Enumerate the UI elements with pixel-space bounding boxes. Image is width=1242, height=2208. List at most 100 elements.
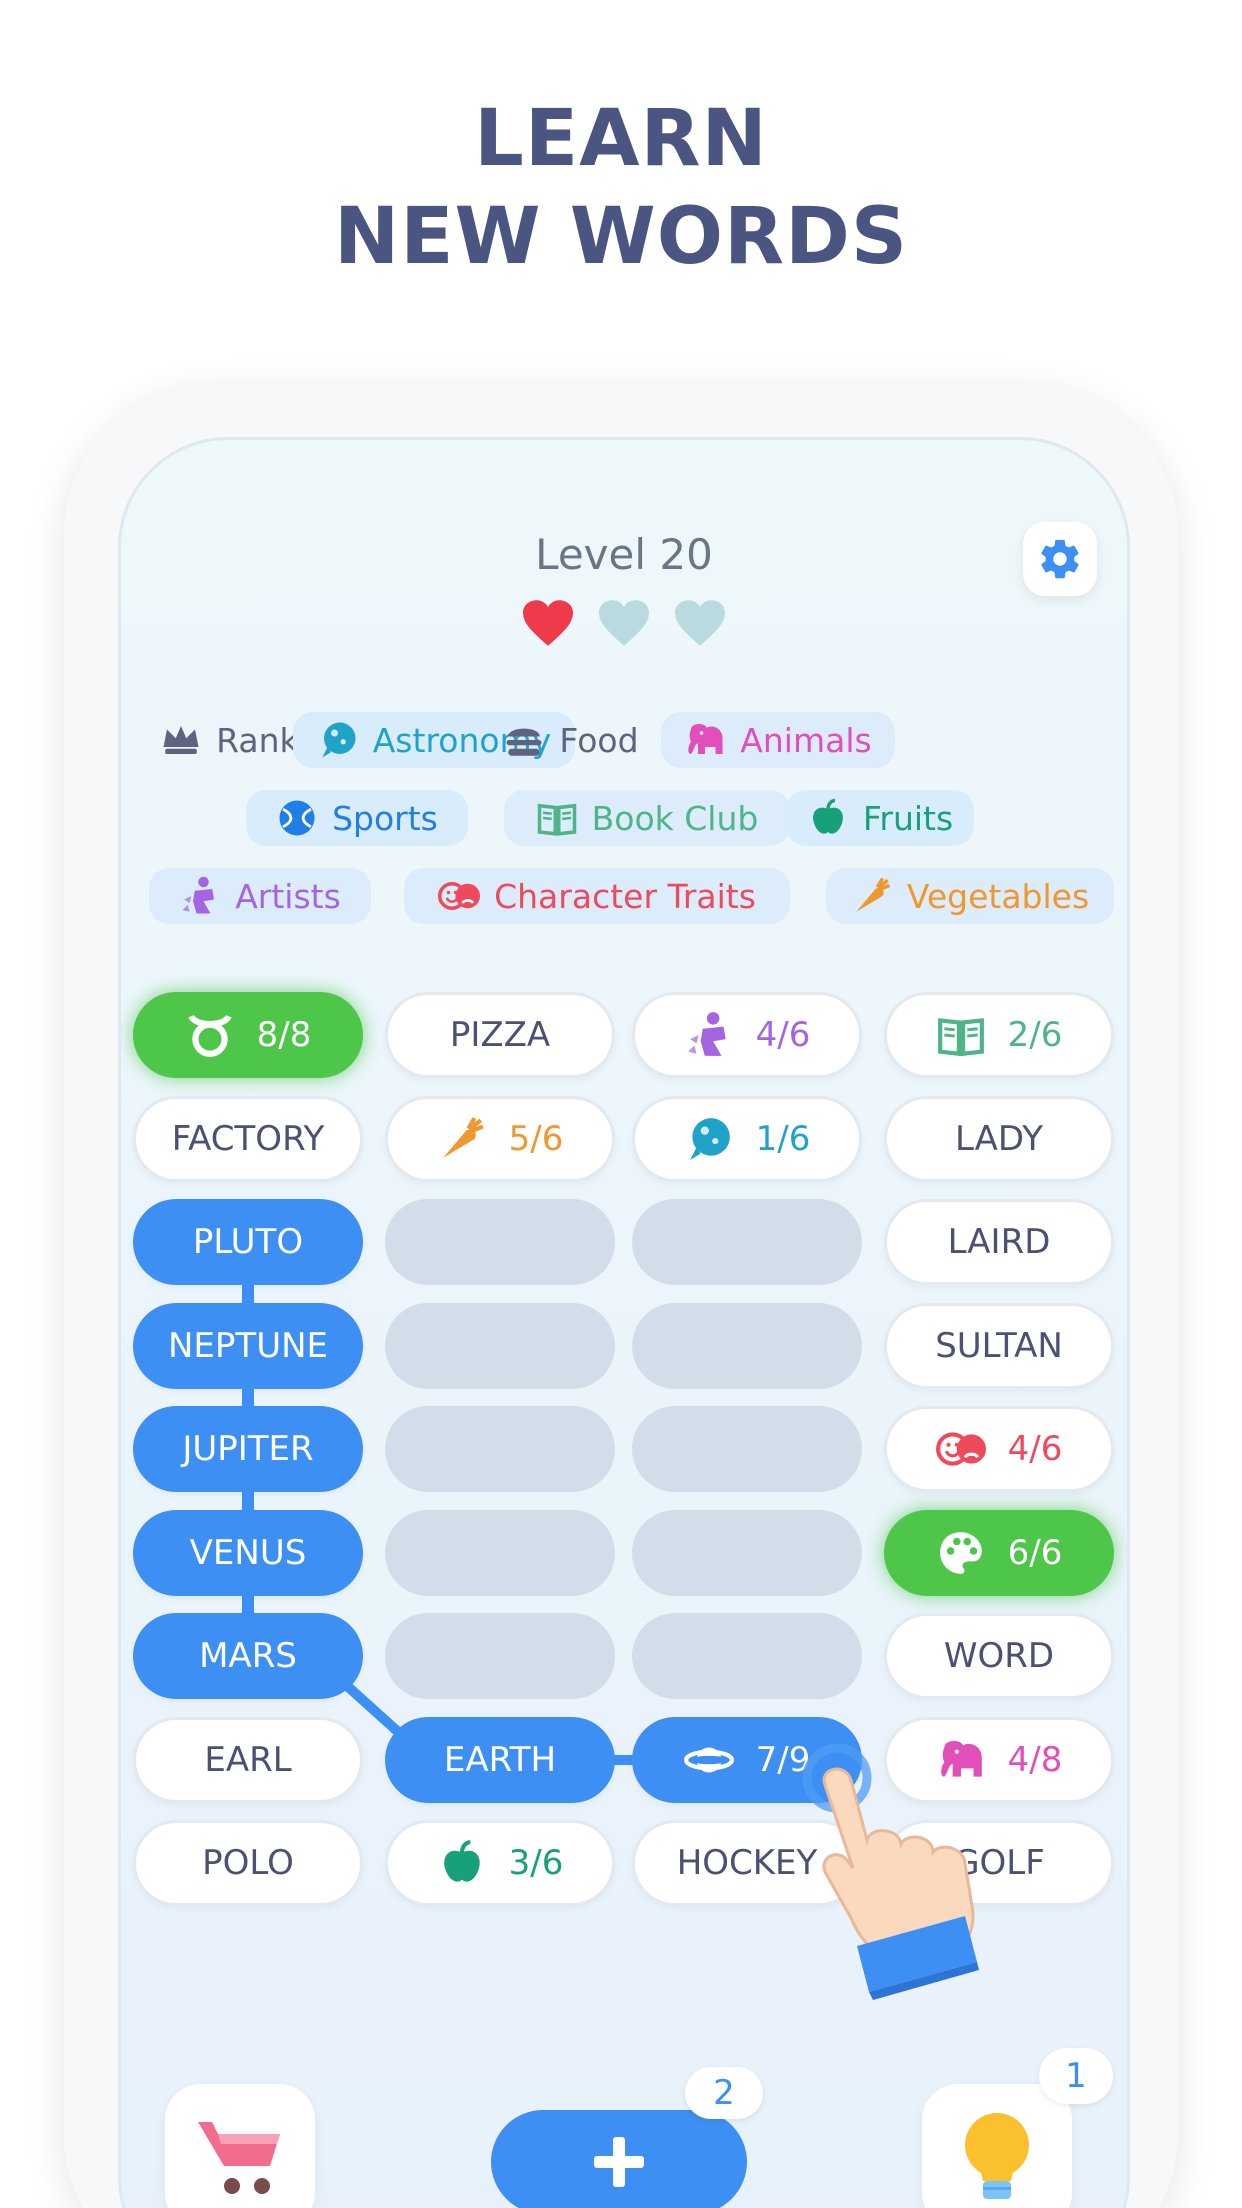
app-screen: LEARN NEW WORDS Level 20 Ranks Astronomy F… (0, 0, 1242, 2208)
saturn-icon (683, 1747, 734, 1772)
category-chip[interactable]: Food (491, 712, 651, 768)
category-progress-tile[interactable]: 1/6 (632, 1095, 862, 1182)
word-tile[interactable]: LADY (884, 1095, 1114, 1182)
apple-icon (443, 1840, 480, 1882)
empty-slot (632, 1406, 862, 1492)
category-progress-tile[interactable]: 6/6 (884, 1509, 1114, 1596)
heart-icon (523, 600, 573, 646)
tile-text: FACTORY (171, 1118, 325, 1159)
tile-text: SULTAN (935, 1325, 1063, 1366)
word-tile[interactable]: SULTAN (884, 1302, 1114, 1389)
artist-icon (182, 876, 215, 914)
artist-icon (687, 1012, 726, 1056)
category-progress-tile[interactable]: 4/6 (884, 1406, 1114, 1492)
category-chip[interactable]: Book Club (504, 790, 790, 846)
heart-icon (599, 600, 649, 646)
tile-text: VENUS (189, 1532, 307, 1573)
empty-slot (385, 1509, 615, 1596)
word-tile[interactable]: VENUS (133, 1509, 363, 1596)
category-progress-tile[interactable]: 3/6 (385, 1820, 615, 1906)
planet-icon (689, 1117, 730, 1160)
category-label: Artists (235, 876, 341, 916)
empty-slot (632, 1509, 862, 1596)
category-chip[interactable]: Animals (661, 712, 895, 768)
category-chip[interactable]: Artists (149, 868, 371, 924)
lives-indicator (121, 598, 1127, 652)
category-progress-tile[interactable]: 5/6 (385, 1095, 615, 1182)
lightbulb-icon (965, 2112, 1029, 2199)
gear-icon (1041, 539, 1079, 579)
word-tile[interactable]: MARS (133, 1613, 363, 1699)
category-chip[interactable]: Vegetables (826, 868, 1114, 924)
hint-button[interactable] (922, 2084, 1072, 2208)
word-tile[interactable]: FACTORY (133, 1095, 363, 1182)
tile-text: JUPITER (182, 1429, 314, 1469)
tile-text: WORD (943, 1636, 1055, 1676)
plus-icon (594, 2137, 644, 2187)
carrot-icon (856, 877, 890, 912)
pointer-hand-icon (802, 1743, 979, 2000)
word-tile[interactable]: EARTH (385, 1716, 615, 1803)
category-chip[interactable]: Character Traits (404, 868, 790, 924)
cart-icon (198, 2121, 280, 2194)
category-progress-tile[interactable]: 2/6 (884, 992, 1114, 1078)
carrot-icon (442, 1116, 484, 1158)
tile-text: 8/8 (256, 1015, 312, 1055)
crown-icon (163, 726, 199, 754)
empty-slot (632, 1302, 862, 1389)
category-chip[interactable]: Fruits (786, 790, 974, 846)
promo-headline: LEARN NEW WORDS (0, 90, 1242, 286)
tile-text: 1/6 (755, 1118, 811, 1159)
masks-icon (935, 1432, 986, 1466)
tile-text: 3/6 (508, 1843, 564, 1883)
word-tile[interactable]: PIZZA (385, 992, 615, 1078)
word-tile[interactable]: NEPTUNE (133, 1302, 363, 1389)
empty-slot (385, 1302, 615, 1389)
word-tile[interactable]: WORD (884, 1613, 1114, 1699)
word-tile[interactable]: POLO (133, 1820, 363, 1906)
tile-text: POLO (202, 1843, 294, 1883)
masks-icon (438, 882, 481, 910)
tile-text: 4/6 (1007, 1429, 1063, 1469)
planet-icon (321, 722, 356, 758)
empty-slot (632, 1199, 862, 1285)
add-lives-button[interactable] (491, 2110, 747, 2208)
category-progress-tile[interactable]: 8/8 (133, 992, 363, 1078)
burger-icon (506, 728, 542, 756)
category-label: Food (559, 720, 639, 760)
category-progress-tile[interactable]: 4/6 (632, 992, 862, 1078)
level-title: Level 20 (535, 530, 713, 579)
category-chip[interactable]: Sports (246, 790, 468, 846)
category-label: Fruits (862, 798, 954, 838)
word-tile[interactable]: PLUTO (133, 1199, 363, 1285)
category-label: Character Traits (494, 876, 756, 916)
ball-icon (279, 800, 315, 836)
hint-count-badge: 1 (1039, 2048, 1113, 2104)
category-label: Book Club (591, 798, 759, 838)
headline-line-1: LEARN (474, 94, 768, 184)
elephant-icon (688, 724, 723, 754)
tile-text: PIZZA (449, 1015, 551, 1055)
tile-text: 6/6 (1007, 1532, 1063, 1573)
category-label: Sports (332, 798, 438, 838)
tile-text: PLUTO (192, 1222, 304, 1262)
shop-button[interactable] (165, 2084, 315, 2208)
tile-text: NEPTUNE (168, 1325, 328, 1366)
category-label: Animals (740, 720, 872, 760)
book-icon (937, 1018, 984, 1057)
palette-icon (939, 1531, 982, 1574)
tile-text: LAIRD (947, 1222, 1051, 1262)
apple-icon (812, 798, 843, 834)
empty-slot (385, 1199, 615, 1285)
settings-button[interactable] (1023, 522, 1097, 596)
taurus-icon (187, 1014, 232, 1057)
word-tile[interactable]: EARL (133, 1716, 363, 1803)
empty-slot (385, 1406, 615, 1492)
book-icon (537, 803, 576, 836)
tile-text: EARL (204, 1739, 292, 1780)
headline-line-2: NEW WORDS (333, 192, 909, 282)
word-tile[interactable]: JUPITER (133, 1406, 363, 1492)
tile-text: 5/6 (508, 1118, 564, 1159)
word-tile[interactable]: LAIRD (884, 1199, 1114, 1285)
tile-text: EARTH (443, 1739, 557, 1780)
